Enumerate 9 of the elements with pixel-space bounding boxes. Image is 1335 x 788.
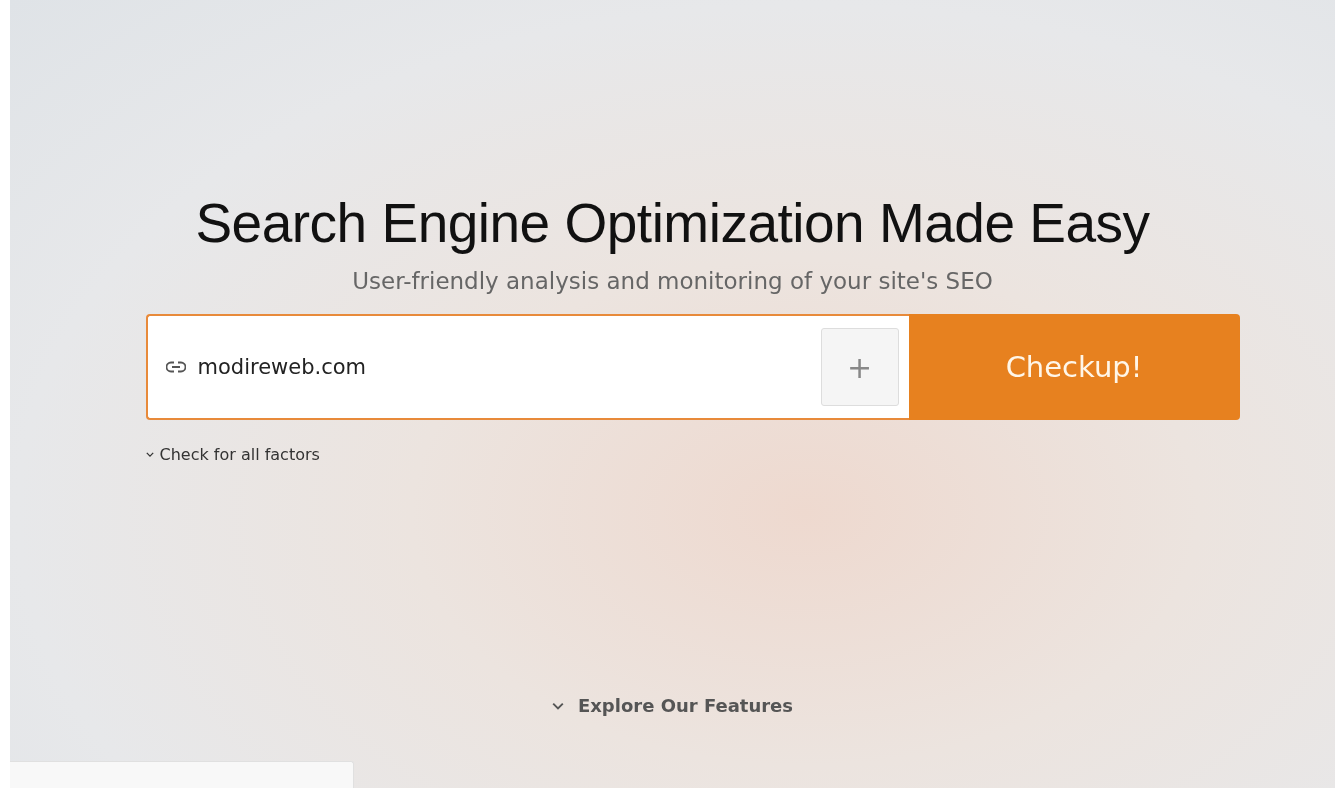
caret-icon <box>145 452 154 457</box>
url-field[interactable]: modireweb.com + <box>145 314 909 420</box>
hero-title: Search Engine Optimization Made Easy <box>195 191 1150 256</box>
link-icon <box>165 361 186 373</box>
explore-features-link[interactable]: Explore Our Features <box>551 695 794 716</box>
caret-icon <box>551 701 564 710</box>
check-all-factors-link[interactable]: Check for all factors <box>145 445 320 464</box>
add-button[interactable]: + <box>820 328 899 406</box>
hero-subtitle: User-friendly analysis and monitoring of your site's SEO <box>352 267 993 296</box>
